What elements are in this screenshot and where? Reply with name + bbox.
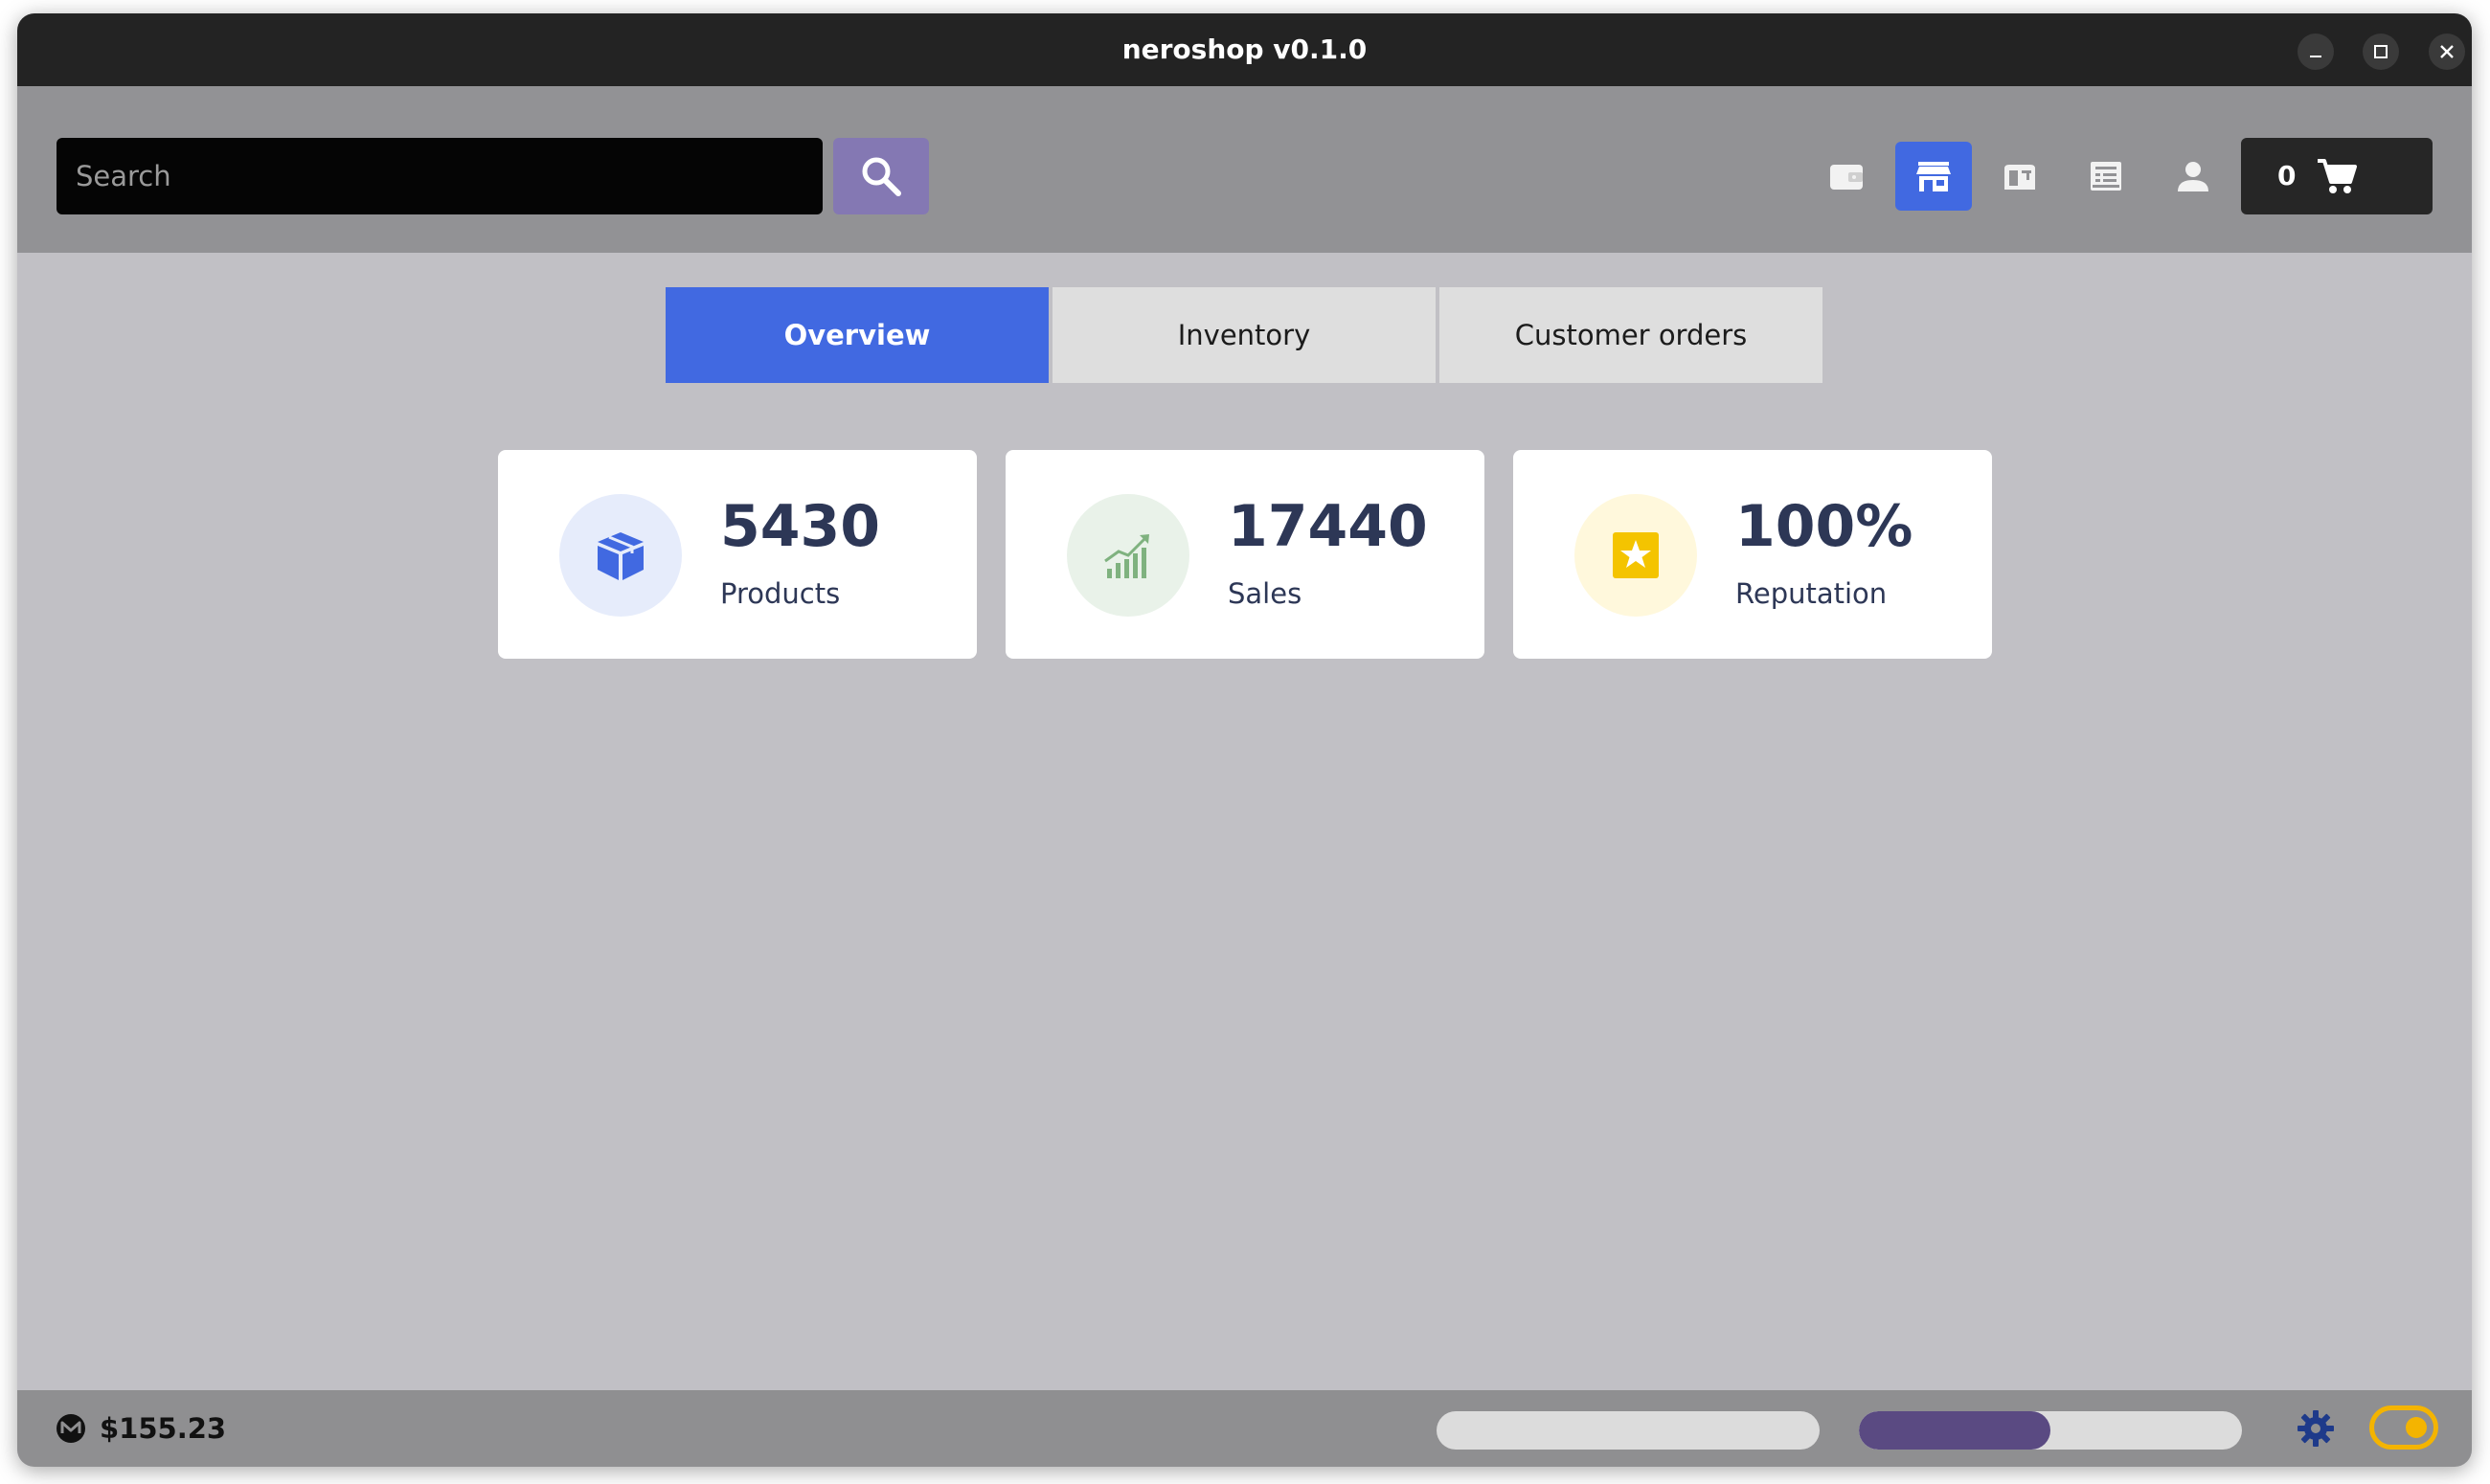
- search-button[interactable]: [833, 138, 929, 214]
- minimize-button[interactable]: [2298, 34, 2334, 70]
- tab-inventory[interactable]: Inventory: [1053, 287, 1436, 383]
- wallet-icon: [1830, 165, 1863, 190]
- sales-label: Sales: [1228, 577, 1302, 610]
- minimize-icon: [2310, 56, 2321, 57]
- search-input[interactable]: [57, 138, 823, 214]
- reputation-icon-circle: [1574, 494, 1697, 617]
- maximize-button[interactable]: [2363, 34, 2399, 70]
- network-progress-bar: [1859, 1411, 2242, 1450]
- wallet-button[interactable]: [1808, 142, 1885, 211]
- user-icon: [2178, 162, 2208, 191]
- products-label: Products: [720, 577, 841, 610]
- products-value: 5430: [720, 493, 880, 560]
- products-icon-circle: [559, 494, 682, 617]
- maximize-icon: [2374, 45, 2388, 58]
- products-card: 5430 Products: [498, 450, 977, 659]
- reputation-card: 100% Reputation: [1513, 450, 1992, 659]
- cart-icon: [2318, 159, 2357, 193]
- box-icon: [598, 532, 644, 580]
- title-bar: neroshop v0.1.0: [17, 13, 2472, 86]
- orders-button[interactable]: [2068, 142, 2144, 211]
- tab-customer-orders[interactable]: Customer orders: [1439, 287, 1822, 383]
- star-icon: [1613, 532, 1659, 578]
- seller-tabs: Overview Inventory Customer orders: [666, 287, 1824, 383]
- window-title: neroshop v0.1.0: [1121, 34, 1368, 65]
- cart-button[interactable]: 0: [2241, 138, 2433, 214]
- sales-icon-circle: [1067, 494, 1189, 617]
- theme-toggle[interactable]: [2369, 1405, 2438, 1450]
- theme-toggle-knob: [2406, 1417, 2427, 1438]
- toolbar: 0: [17, 86, 2472, 253]
- reputation-value: 100%: [1735, 493, 1913, 560]
- gear-icon[interactable]: [2297, 1409, 2335, 1448]
- status-bar: $155.23: [17, 1390, 2472, 1467]
- close-icon: [2440, 45, 2454, 58]
- sales-card: 17440 Sales: [1006, 450, 1484, 659]
- close-button[interactable]: [2429, 34, 2465, 70]
- store-button[interactable]: [1895, 142, 1972, 211]
- sync-progress-bar: [1437, 1411, 1820, 1450]
- user-button[interactable]: [2155, 142, 2231, 211]
- cart-count: 0: [2277, 160, 2297, 191]
- inbox-button[interactable]: [1981, 142, 2058, 211]
- search-icon: [862, 157, 901, 196]
- tab-overview[interactable]: Overview: [666, 287, 1049, 383]
- wallet-balance: $155.23: [100, 1412, 227, 1445]
- store-icon: [1916, 162, 1951, 191]
- reputation-label: Reputation: [1735, 577, 1888, 610]
- inbox-icon: [2004, 165, 2035, 190]
- network-progress-fill: [1859, 1411, 2050, 1450]
- orders-icon: [2091, 162, 2121, 191]
- sales-value: 17440: [1228, 493, 1428, 560]
- monero-icon: [57, 1414, 85, 1443]
- trend-up-icon: [1104, 534, 1149, 578]
- app-window: neroshop v0.1.0 Search 0 Overview Invent…: [17, 13, 2472, 1467]
